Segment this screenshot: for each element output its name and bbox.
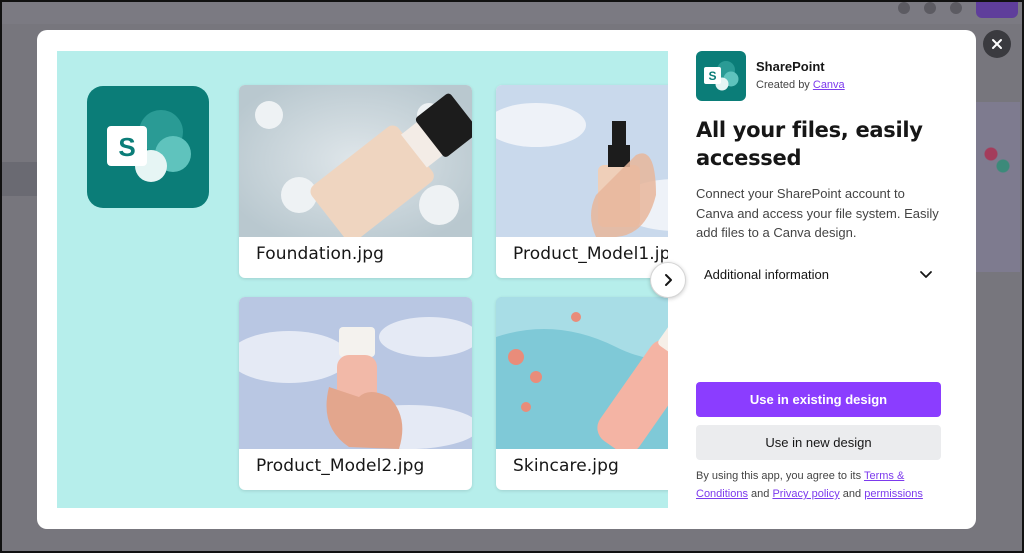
app-description: Connect your SharePoint account to Canva…	[696, 186, 939, 240]
chevron-down-icon	[920, 271, 932, 278]
additional-information-toggle[interactable]: Additional information	[696, 258, 941, 290]
close-icon	[992, 39, 1002, 49]
creator-link[interactable]: Canva	[813, 79, 845, 91]
file-thumbnail	[496, 297, 668, 449]
app-header: S SharePoint Created by Canva	[696, 51, 956, 101]
file-card[interactable]: Product_Model2.jpg	[239, 297, 472, 490]
legal-and: and	[751, 488, 770, 500]
created-by-prefix: Created by	[756, 79, 810, 91]
background-sidebar-item	[2, 162, 38, 196]
privacy-policy-link[interactable]: Privacy policy	[772, 488, 839, 500]
close-button[interactable]	[983, 30, 1011, 58]
carousel-next-button[interactable]	[650, 262, 686, 298]
use-in-new-design-button[interactable]: Use in new design	[696, 425, 941, 460]
file-card[interactable]: Product_Model1.jpg	[496, 85, 668, 278]
file-thumbnail	[496, 85, 668, 237]
sharepoint-icon: S	[107, 110, 191, 182]
accordion-label: Additional information	[704, 266, 830, 282]
app-creator: Created by Canva	[756, 79, 845, 91]
legal-notice: By using this app, you agree to its Term…	[696, 467, 946, 503]
background-share-button	[976, 2, 1018, 18]
background-right-panel	[976, 102, 1020, 272]
background-topbar	[2, 2, 1022, 24]
file-name: Product_Model1.jpg	[513, 244, 668, 264]
sharepoint-logo-large: S	[87, 86, 209, 208]
file-name: Product_Model2.jpg	[256, 456, 425, 476]
background-right-accent	[982, 142, 1012, 182]
app-details-modal: S Foundation.jpg Product_Model1.jpg Prod…	[37, 30, 976, 529]
file-card[interactable]: Foundation.jpg	[239, 85, 472, 278]
chevron-right-icon	[665, 274, 672, 286]
svg-text:S: S	[708, 69, 716, 83]
use-in-existing-design-button[interactable]: Use in existing design	[696, 382, 941, 417]
background-toolbar-icons	[898, 2, 962, 14]
svg-text:S: S	[118, 132, 135, 162]
app-name: SharePoint	[756, 59, 825, 74]
page-title: All your files, easily accessed	[696, 118, 923, 170]
file-card[interactable]: Skincare.jpg	[496, 297, 668, 490]
sharepoint-logo-small: S	[696, 51, 746, 101]
file-thumbnail	[239, 85, 472, 237]
legal-prefix: By using this app, you agree to its	[696, 470, 862, 482]
file-name: Skincare.jpg	[513, 456, 619, 476]
sharepoint-icon: S	[704, 61, 739, 91]
permissions-link[interactable]: permissions	[864, 488, 923, 500]
app-preview-panel: S Foundation.jpg Product_Model1.jpg Prod…	[57, 51, 668, 508]
file-name: Foundation.jpg	[256, 244, 385, 264]
file-thumbnail	[239, 297, 472, 449]
legal-and: and	[842, 488, 862, 500]
